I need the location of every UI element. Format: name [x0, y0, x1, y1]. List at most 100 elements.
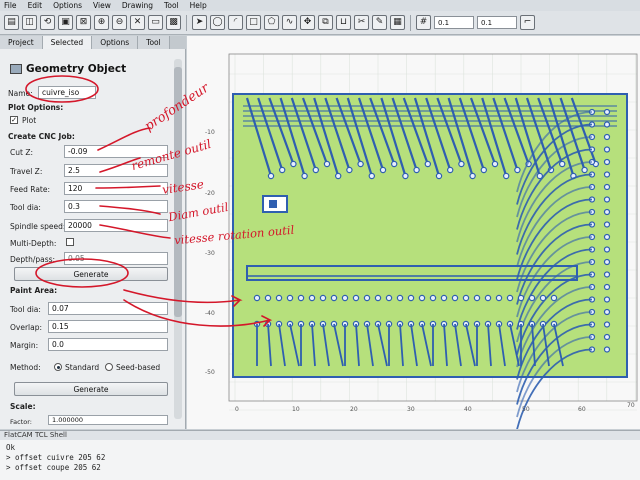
pad: [267, 172, 275, 180]
pad: [603, 158, 611, 166]
grid-x-field[interactable]: 0.1: [434, 16, 474, 29]
plot-checkbox[interactable]: ✓: [10, 116, 18, 124]
union-icon[interactable]: ⊔: [336, 15, 351, 30]
tool-dia-input[interactable]: 0.3: [64, 200, 168, 213]
pad: [506, 294, 514, 302]
generate-paint-button[interactable]: Generate: [14, 382, 168, 396]
pad: [603, 121, 611, 128]
draw-icon[interactable]: ▩: [166, 15, 181, 30]
x-tick: 30: [407, 406, 415, 413]
pad: [603, 333, 611, 341]
shell-line: > offset cuivre 205 62: [6, 453, 106, 462]
pad: [253, 294, 261, 302]
geometry-icon: [10, 64, 22, 74]
copy-icon[interactable]: ⧉: [318, 15, 333, 30]
zoom-out-icon[interactable]: ⊖: [112, 15, 127, 30]
pad: [603, 233, 611, 241]
tab-selected[interactable]: Selected: [42, 36, 93, 49]
pad: [603, 108, 611, 116]
pad: [462, 294, 470, 302]
factor-input[interactable]: 1.000000: [48, 415, 168, 425]
pad: [603, 208, 611, 216]
grid-y-field[interactable]: 0.1: [477, 16, 517, 29]
tab-tool[interactable]: Tool: [138, 36, 170, 49]
pad: [491, 160, 499, 168]
plot-label: Plot: [22, 116, 37, 125]
pad: [581, 166, 588, 174]
plot-options-heading: Plot Options:: [8, 103, 64, 112]
generate-cnc-button[interactable]: Generate: [14, 267, 168, 281]
grid-snap-icon[interactable]: #: [416, 15, 431, 30]
pad: [603, 221, 611, 228]
pad: [357, 160, 364, 168]
pad: [264, 294, 272, 302]
spindle-speed-input[interactable]: 20000: [64, 219, 168, 232]
save-icon[interactable]: ▦: [390, 15, 405, 30]
pad: [429, 294, 437, 302]
shell-icon[interactable]: ▭: [148, 15, 163, 30]
pad: [603, 258, 611, 266]
move-icon[interactable]: ✥: [300, 15, 315, 30]
spindle-speed-label: Spindle speed:: [10, 222, 66, 231]
x-tick: 50: [522, 406, 530, 413]
menu-file[interactable]: File: [4, 1, 17, 10]
margin-input[interactable]: 0.0: [48, 338, 168, 351]
pad: [290, 160, 297, 168]
tab-project[interactable]: Project: [0, 36, 43, 49]
menu-drawing[interactable]: Drawing: [122, 1, 153, 10]
menu-options[interactable]: Options: [53, 1, 82, 10]
depth-pass-input[interactable]: 0.05: [64, 252, 168, 265]
pad: [363, 294, 371, 302]
panel-title-text: Geometry Object: [26, 63, 127, 75]
corner-snap-icon[interactable]: ⌐: [520, 15, 535, 30]
menu-tool[interactable]: Tool: [164, 1, 179, 10]
multi-depth-checkbox[interactable]: [66, 238, 74, 246]
pad: [407, 294, 415, 302]
pad: [603, 246, 611, 253]
y-tick: -20: [205, 190, 215, 197]
paint-tool-dia-input[interactable]: 0.07: [48, 302, 168, 315]
tcl-shell[interactable]: Ok > offset cuivre 205 62 > offset coupe…: [0, 440, 640, 480]
menu-view[interactable]: View: [93, 1, 111, 10]
replot-icon[interactable]: ⟲: [40, 15, 55, 30]
pad: [368, 172, 375, 180]
pad: [517, 294, 525, 302]
rectangle-icon[interactable]: □: [246, 15, 261, 30]
select-icon[interactable]: ➤: [192, 15, 207, 30]
pad: [514, 166, 521, 174]
arc-icon[interactable]: ◜: [228, 15, 243, 30]
zoom-in-icon[interactable]: ⊕: [94, 15, 109, 30]
panel-title: Geometry Object: [10, 63, 126, 75]
open-icon[interactable]: ▤: [4, 15, 19, 30]
toolbar: ▤ ◫ ⟲ ▣ ⊠ ⊕ ⊖ ✕ ▭ ▩ ➤ ◯ ◜ □ ⬠ ∿ ✥ ⧉ ⊔ ✂ …: [0, 11, 640, 35]
x-tick: 20: [350, 406, 358, 413]
polygon-icon[interactable]: ⬠: [264, 15, 279, 30]
delete-icon[interactable]: ✕: [130, 15, 145, 30]
menu-help[interactable]: Help: [190, 1, 207, 10]
overlap-input[interactable]: 0.15: [48, 320, 168, 333]
paint-tool-dia-label: Tool dia:: [10, 305, 41, 314]
y-tick: -40: [205, 310, 215, 317]
menu-edit[interactable]: Edit: [28, 1, 43, 10]
x-tick: 40: [464, 406, 472, 413]
new-icon[interactable]: ◫: [22, 15, 37, 30]
pad: [379, 166, 387, 174]
pad: [308, 294, 316, 302]
edit-icon[interactable]: ✎: [372, 15, 387, 30]
cut-icon[interactable]: ✂: [354, 15, 369, 30]
circle-icon[interactable]: ◯: [210, 15, 225, 30]
method-label: Method:: [10, 363, 41, 372]
pad: [346, 166, 353, 174]
margin-label: Margin:: [10, 341, 39, 350]
method-standard-radio[interactable]: [54, 363, 62, 371]
tab-options[interactable]: Options: [92, 36, 139, 49]
x-tick: 70: [627, 402, 635, 409]
path-icon[interactable]: ∿: [282, 15, 297, 30]
zoom-fit-icon[interactable]: ⊠: [76, 15, 91, 30]
name-input[interactable]: cuivre_iso: [38, 86, 96, 99]
pad: [319, 294, 327, 302]
method-seed-radio[interactable]: [105, 363, 113, 371]
scale-heading: Scale:: [10, 402, 36, 411]
clear-icon[interactable]: ▣: [58, 15, 73, 30]
feed-rate-input[interactable]: 120: [64, 182, 168, 195]
